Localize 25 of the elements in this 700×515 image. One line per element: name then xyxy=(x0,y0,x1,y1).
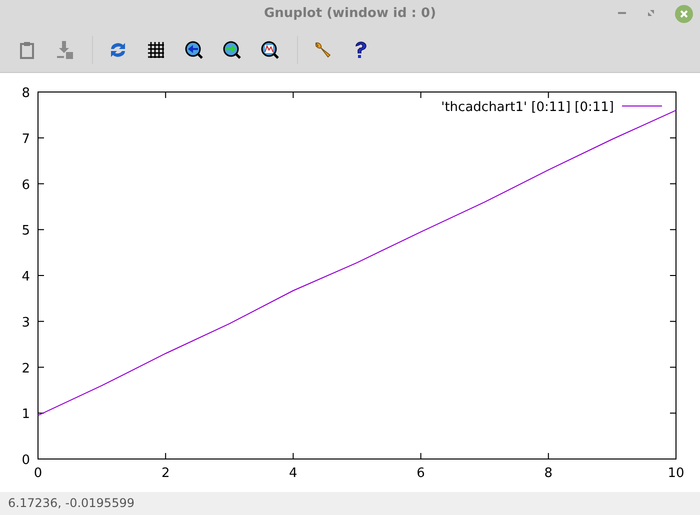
window-title: Gnuplot (window id : 0) xyxy=(264,5,436,23)
y-tick-label: 8 xyxy=(22,86,30,101)
refresh-icon[interactable] xyxy=(108,40,128,60)
legend-label: 'thcadchart1' [0:11] [0:11] xyxy=(441,100,614,115)
y-tick-label: 1 xyxy=(22,407,30,422)
zoom-icon[interactable] xyxy=(260,40,280,60)
x-tick-label: 4 xyxy=(289,466,298,481)
x-tick-label: 2 xyxy=(161,466,170,481)
y-tick-label: 6 xyxy=(22,178,30,193)
x-tick-label: 8 xyxy=(544,466,553,481)
cursor-coordinates: 6.17236, -0.0195599 xyxy=(8,496,134,510)
y-tick-label: 2 xyxy=(22,361,30,376)
grid-icon[interactable] xyxy=(146,40,166,60)
x-tick-label: 0 xyxy=(34,466,42,481)
y-tick-label: 3 xyxy=(22,315,30,330)
y-tick-label: 4 xyxy=(22,270,30,284)
y-tick-label: 5 xyxy=(22,224,30,239)
x-tick-label: 6 xyxy=(416,466,425,481)
restore-icon[interactable] xyxy=(645,7,657,19)
y-tick-label: 0 xyxy=(22,453,30,468)
y-tick-label: 7 xyxy=(22,132,30,147)
clipboard-icon[interactable] xyxy=(17,40,37,60)
x-tick-label: 10 xyxy=(668,466,684,481)
zoom-back-icon[interactable] xyxy=(184,40,204,60)
zoom-forward-icon[interactable] xyxy=(222,40,242,60)
